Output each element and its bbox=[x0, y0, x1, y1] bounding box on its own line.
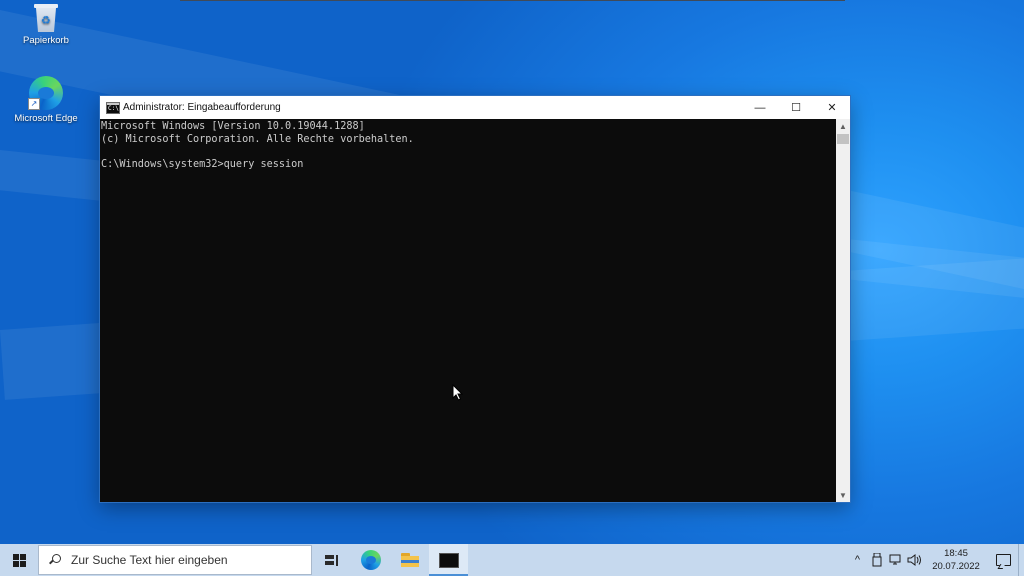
screen-edge-line bbox=[180, 0, 845, 1]
clock-time: 18:45 bbox=[944, 548, 968, 559]
window-title: Administrator: Eingabeaufforderung bbox=[123, 102, 281, 113]
show-desktop-button[interactable] bbox=[1018, 544, 1024, 576]
taskbar-cmd-button[interactable] bbox=[429, 544, 468, 576]
clock-date: 20.07.2022 bbox=[932, 561, 980, 572]
window-controls: — ☐ ✕ bbox=[742, 96, 850, 119]
command-prompt-window[interactable]: C:\ Administrator: Eingabeaufforderung —… bbox=[100, 96, 850, 502]
desktop-icon-edge[interactable]: Microsoft Edge bbox=[6, 76, 86, 124]
task-view-button[interactable] bbox=[312, 544, 351, 576]
desktop-icon-label: Microsoft Edge bbox=[14, 113, 78, 124]
command-prompt-icon: C:\ bbox=[106, 101, 120, 114]
system-tray: ^ 18:45 20.07.2022 bbox=[848, 544, 1024, 576]
taskbar-search[interactable] bbox=[38, 545, 312, 575]
usb-device-icon[interactable] bbox=[867, 544, 886, 576]
taskbar-clock[interactable]: 18:45 20.07.2022 bbox=[928, 547, 984, 573]
console-line: C:\Windows\system32>query session bbox=[101, 159, 304, 171]
search-icon bbox=[49, 554, 61, 566]
desktop-icon-recycle-bin[interactable]: ♻ Papierkorb bbox=[6, 4, 86, 46]
windows-logo-icon bbox=[12, 553, 26, 567]
taskbar-explorer-button[interactable] bbox=[390, 544, 429, 576]
taskbar-edge-button[interactable] bbox=[351, 544, 390, 576]
scroll-thumb[interactable] bbox=[837, 134, 849, 144]
desktop-icon-label: Papierkorb bbox=[23, 35, 69, 46]
taskbar: ^ 18:45 20.07.2022 bbox=[0, 544, 1024, 576]
mouse-cursor-icon bbox=[452, 383, 464, 401]
close-button[interactable]: ✕ bbox=[814, 96, 850, 119]
task-view-icon bbox=[324, 554, 339, 566]
console-line: Microsoft Windows [Version 10.0.19044.12… bbox=[101, 121, 365, 132]
scroll-down-icon[interactable]: ▼ bbox=[836, 488, 850, 502]
edge-icon bbox=[360, 550, 381, 570]
shortcut-arrow-icon: ↗ bbox=[28, 98, 40, 110]
recycle-bin-icon: ♻ bbox=[34, 4, 58, 32]
scroll-up-icon[interactable]: ▲ bbox=[836, 119, 850, 133]
console-output[interactable]: Microsoft Windows [Version 10.0.19044.12… bbox=[100, 119, 836, 502]
command-prompt-icon bbox=[438, 552, 459, 568]
console-scrollbar[interactable]: ▲ ▼ bbox=[836, 119, 850, 502]
console-line: (c) Microsoft Corporation. Alle Rechte v… bbox=[101, 133, 414, 145]
notification-center-button[interactable] bbox=[988, 544, 1018, 576]
notification-icon bbox=[995, 554, 1011, 566]
start-button[interactable] bbox=[0, 544, 38, 576]
window-titlebar[interactable]: C:\ Administrator: Eingabeaufforderung —… bbox=[100, 96, 850, 119]
volume-icon[interactable] bbox=[905, 544, 924, 576]
network-icon[interactable] bbox=[886, 544, 905, 576]
desktop: ♻ Papierkorb Microsoft Edge ↗ C:\ Admini… bbox=[0, 0, 1024, 544]
file-explorer-icon bbox=[400, 553, 419, 567]
search-input[interactable] bbox=[69, 552, 293, 568]
show-hidden-icons-chevron-icon[interactable]: ^ bbox=[848, 544, 867, 576]
maximize-button[interactable]: ☐ bbox=[778, 96, 814, 119]
minimize-button[interactable]: — bbox=[742, 96, 778, 119]
